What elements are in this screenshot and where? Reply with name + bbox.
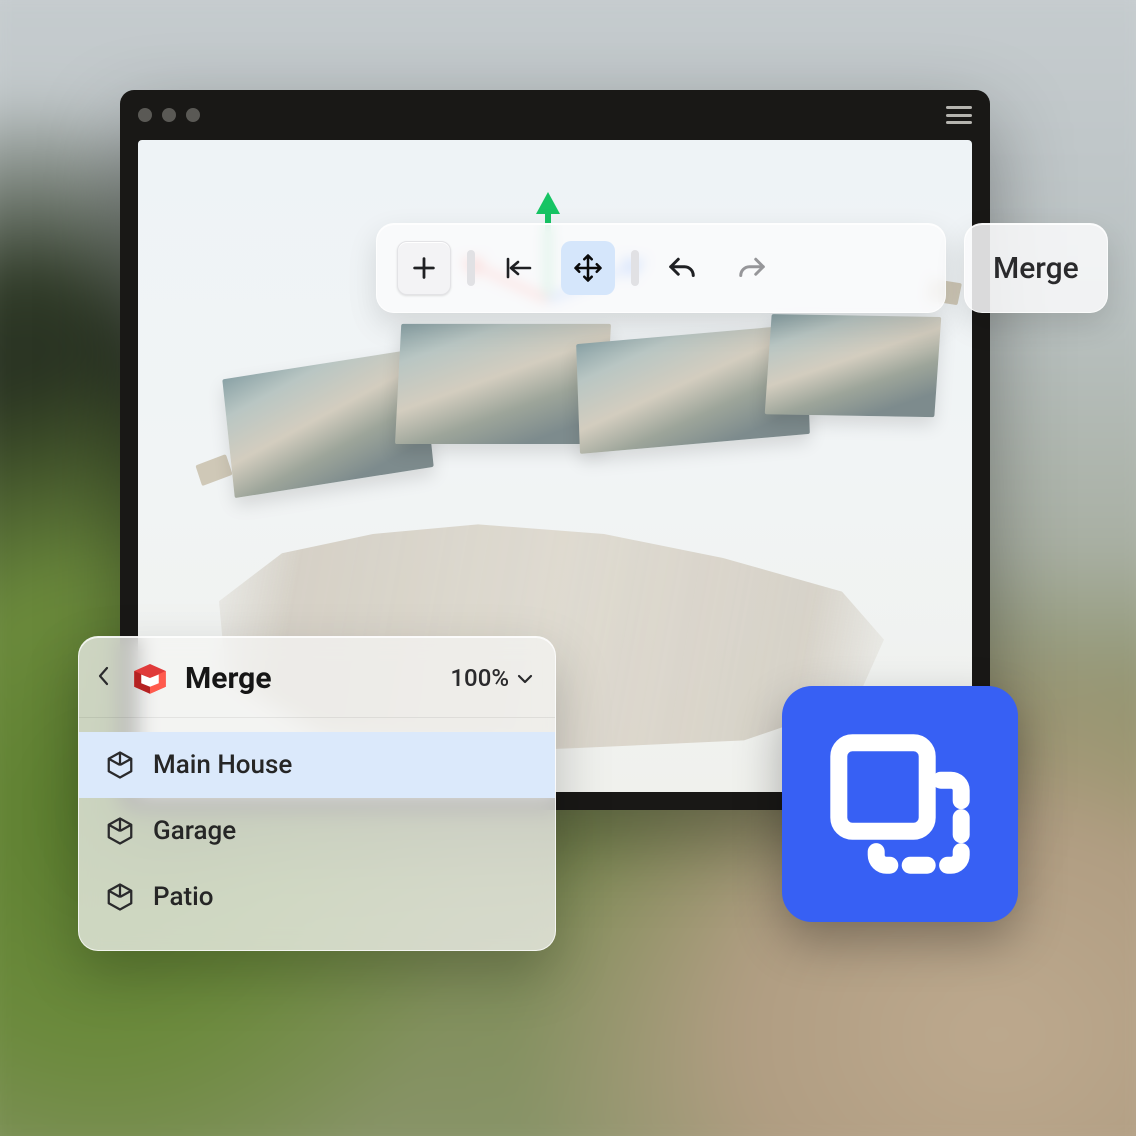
menu-icon[interactable] — [946, 106, 972, 124]
matterport-logo-icon — [129, 657, 171, 699]
space-item-patio[interactable]: Patio — [79, 864, 555, 930]
window-minimize-dot[interactable] — [162, 108, 176, 122]
merge-feature-tile — [782, 686, 1018, 922]
cube-icon — [105, 816, 135, 846]
cube-icon — [105, 882, 135, 912]
space-item-garage[interactable]: Garage — [79, 798, 555, 864]
merge-spaces-icon — [815, 719, 985, 889]
model-floating-mesh — [228, 292, 928, 549]
chevron-left-icon — [98, 666, 110, 686]
zoom-value: 100% — [450, 664, 509, 692]
cube-icon — [105, 750, 135, 780]
merge-button-label: Merge — [993, 251, 1079, 286]
window-titlebar — [120, 90, 990, 140]
merge-panel-header: Merge 100% — [79, 637, 555, 718]
space-item-label: Main House — [153, 750, 292, 780]
viewport-toolbar — [376, 223, 946, 313]
window-zoom-dot[interactable] — [186, 108, 200, 122]
move-button[interactable] — [561, 241, 615, 295]
zoom-selector[interactable]: 100% — [450, 664, 533, 692]
undo-button[interactable] — [655, 241, 709, 295]
add-button[interactable] — [397, 241, 451, 295]
window-controls — [138, 108, 200, 122]
plus-icon — [410, 254, 438, 282]
space-item-main-house[interactable]: Main House — [79, 732, 555, 798]
toolbar-separator — [631, 250, 639, 286]
merge-panel: Merge 100% Main House Garage — [78, 636, 556, 951]
align-start-icon — [502, 254, 534, 282]
space-item-label: Garage — [153, 816, 236, 846]
chevron-down-icon — [517, 669, 533, 688]
align-start-button[interactable] — [491, 241, 545, 295]
redo-icon — [737, 255, 767, 281]
move-icon — [573, 253, 603, 283]
brand-logo — [129, 657, 171, 699]
redo-button[interactable] — [725, 241, 779, 295]
back-button[interactable] — [93, 666, 115, 691]
space-item-label: Patio — [153, 882, 214, 912]
window-close-dot[interactable] — [138, 108, 152, 122]
space-list: Main House Garage Patio — [79, 718, 555, 950]
merge-button[interactable]: Merge — [964, 223, 1108, 313]
undo-icon — [667, 255, 697, 281]
merge-panel-title: Merge — [185, 661, 272, 696]
toolbar-separator — [467, 250, 475, 286]
